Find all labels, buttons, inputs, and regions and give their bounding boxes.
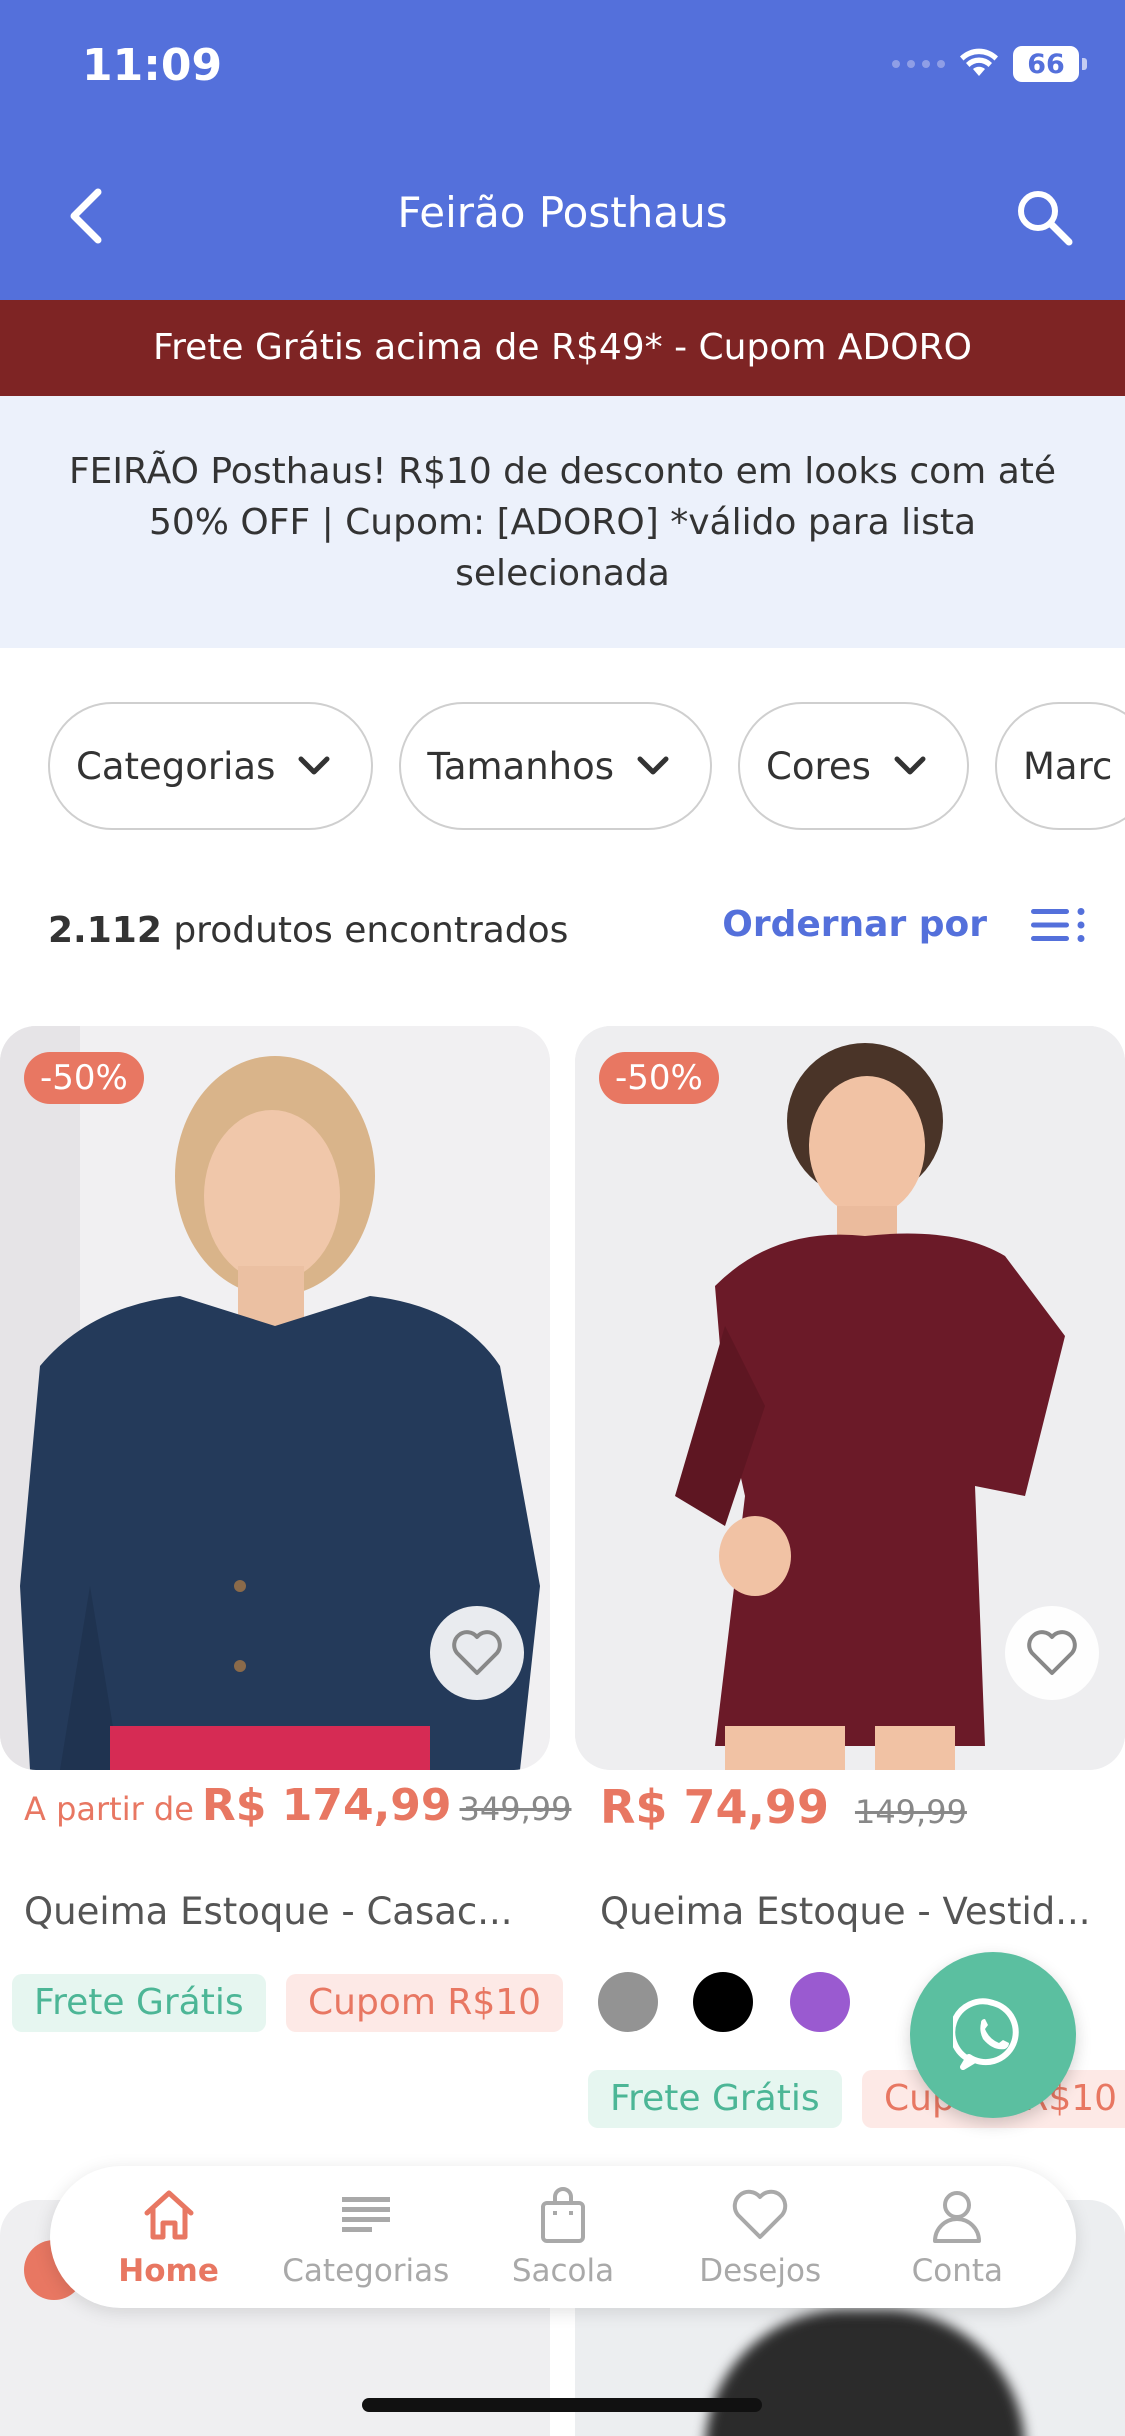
favorite-button[interactable]: [1005, 1606, 1099, 1700]
heart-icon: [452, 1630, 502, 1675]
favorite-button[interactable]: [430, 1606, 524, 1700]
product-image[interactable]: -50%: [575, 1026, 1125, 1770]
info-banner-text: FEIRÃO Posthaus! R$10 de desconto em loo…: [68, 450, 1057, 594]
status-time: 11:09: [82, 40, 223, 91]
old-price: 349,99: [459, 1790, 572, 1828]
product-card[interactable]: -50%: [0, 1026, 550, 1770]
product-image[interactable]: -50%: [0, 1026, 550, 1770]
search-icon: [1018, 191, 1073, 246]
page-title: Feirão Posthaus: [397, 188, 728, 237]
nav-label: Home: [118, 2253, 219, 2289]
app-header: 11:09 66 Feirão Posthaus: [0, 0, 1125, 300]
sort-button[interactable]: Ordernar por: [722, 904, 1087, 945]
discount-badge: -50%: [599, 1052, 719, 1104]
product-name[interactable]: Queima Estoque - Casac...: [24, 1890, 544, 1933]
info-banner[interactable]: FEIRÃO Posthaus! R$10 de desconto em loo…: [0, 396, 1125, 648]
price: R$ 74,99: [600, 1780, 829, 1834]
promo-strip[interactable]: Frete Grátis acima de R$49* - Cupom ADOR…: [0, 300, 1125, 396]
price: R$ 174,99: [201, 1780, 452, 1831]
tag-free-shipping: Frete Grátis: [12, 1974, 266, 2032]
tag-free-shipping: Frete Grátis: [588, 2070, 842, 2128]
bag-icon: [540, 2187, 585, 2243]
chevron-down-icon: [298, 756, 330, 775]
filter-cores[interactable]: Cores: [738, 702, 969, 830]
nav-label: Desejos: [699, 2253, 822, 2289]
home-icon: [144, 2190, 194, 2240]
price-row: A partir de R$ 174,99 349,99: [24, 1780, 571, 1831]
whatsapp-icon: [953, 1998, 1019, 2070]
color-swatch-gray[interactable]: [598, 1972, 658, 2032]
filter-label: Cores: [766, 744, 871, 788]
color-swatch-purple[interactable]: [790, 1972, 850, 2032]
price-prefix: A partir de: [24, 1790, 194, 1828]
filter-tamanhos[interactable]: Tamanhos: [399, 702, 713, 830]
product-name[interactable]: Queima Estoque - Vestid...: [600, 1890, 1120, 1933]
heart-icon: [1027, 1630, 1077, 1675]
battery-indicator: 66: [1013, 46, 1087, 82]
filter-label: Marc: [1022, 744, 1113, 788]
nav-label: Conta: [911, 2253, 1004, 2289]
nav-conta[interactable]: Conta: [862, 2185, 1052, 2289]
price-row: R$ 74,99 149,99: [600, 1780, 967, 1834]
nav-sacola[interactable]: Sacola: [468, 2185, 658, 2289]
discount-badge: -50%: [24, 1052, 144, 1104]
signal-icon: [892, 60, 945, 68]
color-swatch-black[interactable]: [693, 1972, 753, 2032]
results-number: 2.112: [48, 910, 162, 951]
filter-marcas[interactable]: Marc: [994, 702, 1125, 830]
list-icon: [341, 2197, 390, 2232]
filter-categorias[interactable]: Categorias: [48, 702, 374, 830]
heart-icon: [732, 2189, 788, 2239]
search-button[interactable]: [1011, 184, 1079, 252]
whatsapp-button[interactable]: [910, 1952, 1076, 2118]
filter-label: Categorias: [76, 744, 276, 788]
results-suffix: produtos encontrados: [173, 910, 569, 951]
user-icon: [933, 2191, 982, 2243]
chevron-down-icon: [894, 756, 926, 775]
nav-desejos[interactable]: Desejos: [665, 2185, 855, 2289]
product-photo: [705, 2310, 1025, 2436]
sort-list-icon: [1031, 907, 1085, 942]
nav-categorias[interactable]: Categorias: [271, 2185, 461, 2289]
status-icons: 66: [892, 46, 1087, 82]
nav-label: Sacola: [511, 2253, 615, 2289]
nav-label: Categorias: [282, 2253, 450, 2289]
old-price: 149,99: [854, 1793, 967, 1831]
nav-home[interactable]: Home: [74, 2185, 264, 2289]
sort-label: Ordernar por: [722, 904, 987, 945]
tag-coupon: Cupom R$10: [286, 1974, 564, 2032]
product-card[interactable]: -50%: [575, 1026, 1125, 1770]
wifi-icon: [960, 48, 998, 76]
filter-row: Categorias Tamanhos Cores Marc: [48, 702, 1125, 830]
bottom-nav: Home Categorias Sacola Desejos Conta: [50, 2166, 1076, 2308]
results-count: 2.112 produtos encontrados: [48, 910, 568, 951]
chevron-down-icon: [637, 756, 669, 775]
home-indicator: [362, 2398, 762, 2412]
filter-label: Tamanhos: [427, 744, 615, 788]
